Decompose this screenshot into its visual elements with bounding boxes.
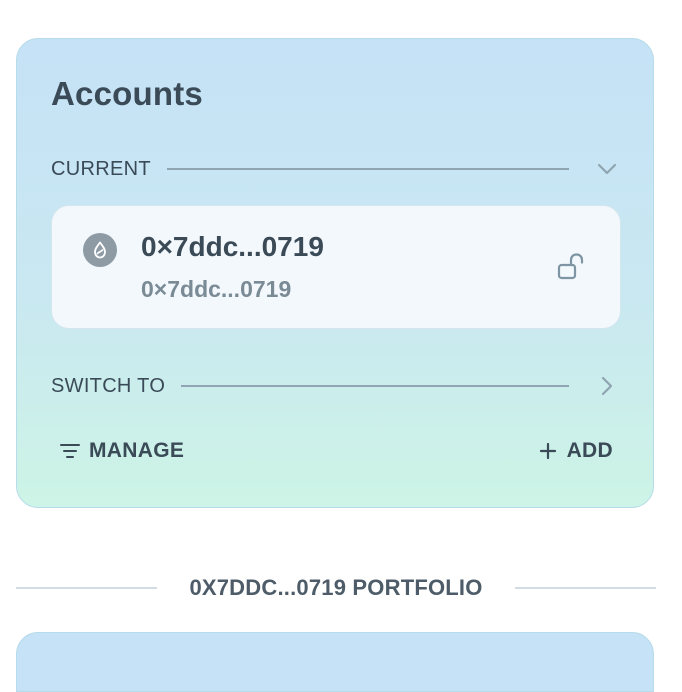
add-label: ADD [566,439,613,462]
filter-icon [59,440,81,462]
unlocked-padlock-icon[interactable] [556,250,590,284]
switch-to-section-header[interactable]: SWITCH TO [51,372,617,400]
manage-button[interactable]: MANAGE [59,439,184,463]
current-section-header[interactable]: CURRENT [51,155,617,183]
plus-icon [537,440,559,462]
divider-line [16,587,158,589]
portfolio-divider: 0X7DDC...0719 PORTFOLIO [16,572,656,604]
divider-line [514,587,656,589]
chevron-down-icon[interactable] [597,159,617,179]
portfolio-card [16,632,654,692]
account-name: 0×7ddc...0719 [141,231,324,262]
sui-drop-icon [83,233,117,267]
chevron-right-icon[interactable] [597,376,617,396]
current-section-label: CURRENT [51,157,151,180]
section-divider-line [166,168,569,170]
section-divider-line [181,385,569,387]
accounts-card: Accounts CURRENT 0×7ddc...0719 0×7ddc...… [16,38,654,508]
account-address: 0×7ddc...0719 [141,276,292,302]
portfolio-title: 0X7DDC...0719 PORTFOLIO [189,575,483,600]
switch-to-label: SWITCH TO [51,374,166,397]
accounts-title: Accounts [51,75,203,112]
add-button[interactable]: ADD [537,439,613,463]
manage-label: MANAGE [89,439,185,462]
current-account-item[interactable]: 0×7ddc...0719 0×7ddc...0719 [51,205,621,329]
